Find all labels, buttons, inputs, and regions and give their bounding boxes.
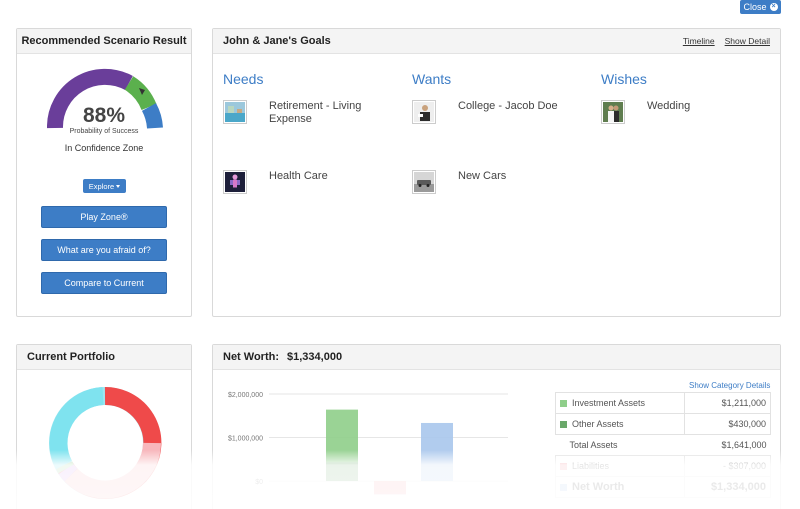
row-value: $430,000	[684, 413, 771, 435]
goal-retirement[interactable]: Retirement - Living Expense	[223, 100, 403, 126]
donut-slice-green	[55, 461, 74, 474]
legend-swatch	[560, 421, 567, 428]
bar-other-assets	[326, 462, 358, 481]
table-row: Liabilities - $307,000	[555, 455, 771, 477]
probability-label: Probability of Success	[69, 128, 139, 135]
y-tick-label: $1,000,000	[228, 436, 263, 443]
recommended-scenario-title: Recommended Scenario Result	[17, 29, 191, 54]
goal-college[interactable]: College - Jacob Doe	[412, 100, 592, 124]
row-value: $1,211,000	[684, 392, 771, 414]
retirement-planner-screen: Close × Recommended Scenario Result 88% …	[0, 0, 800, 509]
play-zone-button[interactable]: Play Zone®	[41, 206, 167, 228]
health-care-photo-icon	[223, 170, 247, 194]
current-portfolio-title: Current Portfolio	[17, 345, 191, 370]
row-label: Investment Assets	[572, 398, 646, 408]
timeline-link[interactable]: Timeline	[683, 36, 715, 46]
y-tick-label: $0	[255, 479, 263, 486]
goal-health-care[interactable]: Health Care	[223, 170, 403, 194]
recommended-scenario-panel: Recommended Scenario Result 88% Probabil…	[16, 28, 192, 317]
caret-down-icon	[116, 184, 121, 188]
goal-label: Health Care	[269, 170, 328, 182]
bar-liabilities	[374, 481, 406, 495]
compare-to-current-button[interactable]: Compare to Current	[41, 272, 167, 294]
afraid-of-button[interactable]: What are you afraid of?	[41, 239, 167, 261]
car-photo-icon	[412, 170, 436, 194]
row-label: Liabilities	[572, 461, 610, 471]
table-row: Net Worth $1,334,000	[555, 476, 771, 498]
donut-slice-cyan	[49, 387, 104, 470]
wedding-photo-icon	[601, 100, 625, 124]
close-label: Close	[743, 2, 767, 12]
net-worth-chart: $2,000,000 $1,000,000 $0	[213, 370, 523, 500]
net-worth-table: Investment Assets $1,211,000 Other Asset…	[555, 392, 771, 498]
y-tick-label: $2,000,000	[228, 392, 263, 399]
goal-label: Retirement - Living Expense	[269, 100, 362, 125]
legend-swatch	[560, 484, 567, 491]
net-worth-panel: Net Worth: $1,334,000 $2,000,000 $1,000,0…	[212, 344, 781, 509]
row-label: Net Worth	[572, 481, 625, 493]
retirement-photo-icon	[223, 100, 247, 124]
goals-panel: John & Jane's Goals Timeline Show Detail…	[212, 28, 781, 317]
row-label: Other Assets	[572, 419, 624, 429]
needs-title: Needs	[223, 71, 264, 87]
row-label: Total Assets	[555, 434, 685, 456]
legend-swatch	[560, 400, 567, 407]
portfolio-donut-chart[interactable]	[47, 385, 163, 501]
success-percent: 88%	[82, 104, 126, 127]
college-photo-icon	[412, 100, 436, 124]
confidence-zone-label: In Confidence Zone	[64, 143, 144, 153]
wants-title: Wants	[412, 71, 452, 87]
goals-header: John & Jane's Goals Timeline Show Detail	[213, 29, 780, 54]
net-worth-header: Net Worth: $1,334,000	[213, 345, 780, 370]
donut-slice-purple	[58, 463, 78, 482]
goal-label: Wedding	[647, 100, 691, 112]
goal-label: New Cars	[458, 170, 507, 182]
wishes-title: Wishes	[601, 71, 647, 87]
goal-wedding[interactable]: Wedding	[601, 100, 781, 124]
donut-slice-pink	[64, 442, 161, 499]
show-category-details-link[interactable]: Show Category Details	[689, 381, 770, 390]
row-value: - $307,000	[684, 455, 771, 477]
goal-new-cars[interactable]: New Cars	[412, 170, 592, 194]
show-detail-link[interactable]: Show Detail	[725, 36, 770, 46]
bar-net-worth	[421, 422, 453, 481]
explore-label: Explore	[88, 181, 115, 191]
net-worth-title: Net Worth:	[223, 351, 280, 363]
net-worth-value: $1,334,000	[287, 351, 343, 363]
close-button[interactable]: Close ×	[740, 0, 781, 14]
current-portfolio-panel: Current Portfolio	[16, 344, 192, 509]
close-icon: ×	[769, 3, 778, 11]
goals-title: John & Jane's Goals	[223, 35, 331, 47]
row-value: $1,641,000	[684, 434, 771, 456]
goal-label: College - Jacob Doe	[458, 100, 558, 112]
table-row: Investment Assets $1,211,000	[555, 392, 771, 414]
bar-investment-assets	[326, 409, 358, 463]
legend-swatch	[560, 463, 567, 470]
table-row: Total Assets $1,641,000	[555, 434, 771, 456]
row-value: $1,334,000	[684, 476, 771, 498]
table-row: Other Assets $430,000	[555, 413, 771, 435]
explore-dropdown-button[interactable]: Explore	[83, 179, 126, 193]
